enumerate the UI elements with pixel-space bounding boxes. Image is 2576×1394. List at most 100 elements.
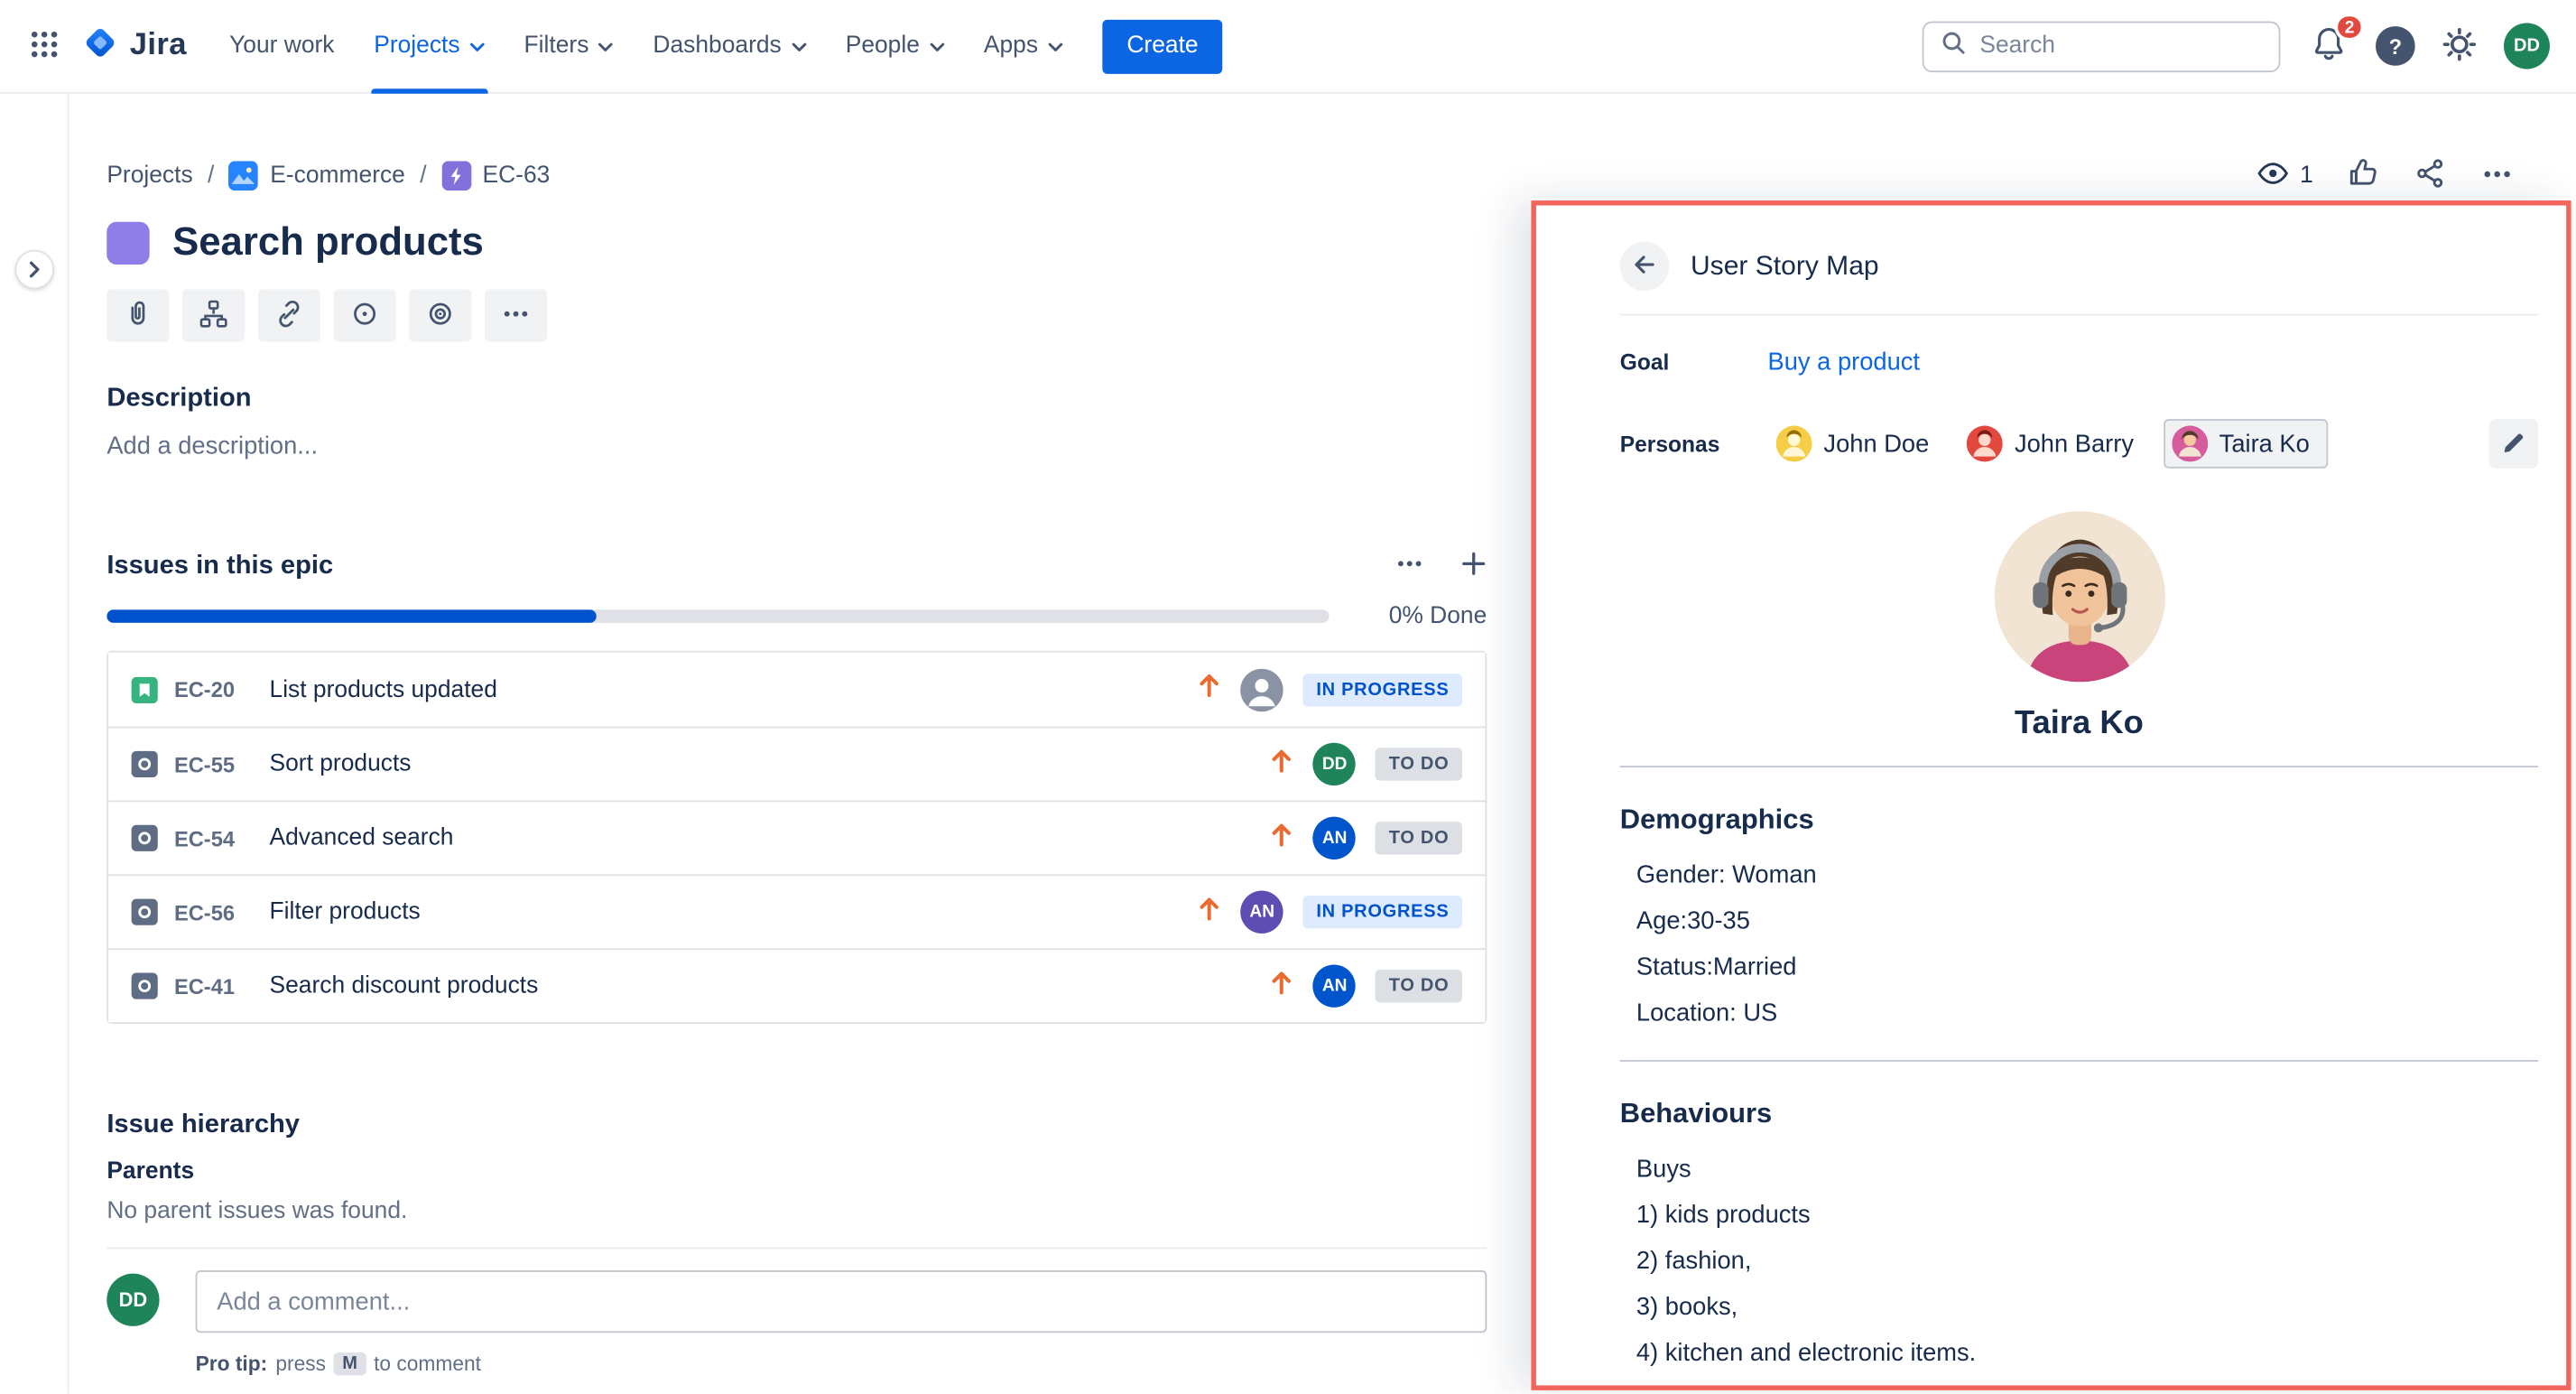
profile-button[interactable]: DD [2504,23,2550,69]
help-button[interactable]: ? [2376,26,2415,66]
more-horizontal-icon [501,298,531,332]
create-button[interactable]: Create [1102,19,1223,73]
breadcrumb: Projects / E-commerce / EC-63 [107,161,550,191]
issue-key[interactable]: EC-41 [174,973,253,998]
issue-row[interactable]: EC-41 Search discount products AN TO DO [108,948,1485,1022]
share-icon [2414,156,2448,196]
user-story-map-panel: User Story Map Goal Buy a product Person… [1531,200,2571,1390]
paperclip-icon [122,297,154,335]
status-badge[interactable]: TO DO [1376,822,1462,854]
edit-personas-button[interactable] [2489,419,2539,469]
status-badge[interactable]: IN PROGRESS [1303,673,1462,705]
jira-logo[interactable]: Jira [82,23,187,68]
assignee-avatar[interactable]: AN [1241,891,1283,934]
persona-chip-selected[interactable]: Taira Ko [2164,419,2328,469]
issue-summary[interactable]: Filter products [270,899,421,925]
demographics-lines: Gender: Woman Age:30-35 Status:Married L… [1620,853,2538,1037]
assignee-avatar[interactable] [1241,668,1283,711]
panel-header: User Story Map [1620,242,2538,316]
comment-protip: Pro tip: press M to comment [196,1352,1487,1375]
assignee-avatar[interactable]: AN [1313,817,1356,860]
nav-projects[interactable]: Projects [354,0,504,93]
description-placeholder[interactable]: Add a description... [107,432,1487,460]
issue-toolbar [107,289,1487,341]
breadcrumb-separator: / [420,163,426,189]
issue-row-meta: AN TO DO [1271,964,1462,1007]
epic-issues-heading: Issues in this epic [107,552,333,581]
persona-chip[interactable]: John Doe [1768,419,1938,469]
comment-section: DD Pro tip: press M to comment [107,1248,1487,1376]
issue-summary[interactable]: Sort products [270,751,412,777]
nav-apps-label: Apps [984,33,1038,59]
settings-button[interactable] [2442,25,2478,67]
back-button[interactable] [1620,242,1670,292]
app-switcher-button[interactable] [16,18,72,74]
like-button[interactable] [2346,156,2380,196]
nav-your-work[interactable]: Your work [209,0,354,93]
comment-input[interactable] [196,1270,1487,1333]
chevron-down-icon [930,33,944,59]
issue-key[interactable]: EC-54 [174,826,253,850]
breadcrumb-project-label: E-commerce [270,163,405,189]
issue-row-meta: IN PROGRESS [1198,668,1462,711]
share-button[interactable] [2414,156,2448,196]
notifications-button[interactable]: 2 [2307,24,2349,67]
priority-up-icon [1271,747,1293,781]
notification-badge: 2 [2335,14,2364,42]
issue-row[interactable]: EC-56 Filter products AN IN PROGRESS [108,874,1485,948]
issue-type-icon [132,899,158,925]
thumbs-up-icon [2346,156,2380,196]
issue-summary[interactable]: Search discount products [270,973,539,999]
status-badge[interactable]: IN PROGRESS [1303,896,1462,928]
expand-sidebar-button[interactable] [14,250,54,290]
epic-issues-more-button[interactable] [1395,549,1424,583]
scope-button[interactable] [334,289,396,341]
issue-row[interactable]: EC-54 Advanced search AN TO DO [108,800,1485,874]
persona-portrait [1994,511,2164,682]
persona-name: Taira Ko [2219,430,2310,458]
description-heading: Description [107,385,1487,414]
chevron-down-icon [598,33,613,59]
issue-row[interactable]: EC-20 List products updated IN PROGRESS [108,653,1485,727]
issue-key[interactable]: EC-55 [174,752,253,776]
persona-avatar [1967,425,2003,461]
goal-link[interactable]: Buy a product [1768,348,2539,376]
nav-people[interactable]: People [826,0,964,93]
link-issue-button[interactable] [258,289,320,341]
title-row: Search products [107,220,1487,266]
issue-key[interactable]: EC-56 [174,900,253,925]
status-badge[interactable]: TO DO [1376,748,1462,780]
grid-icon [28,27,60,65]
help-icon: ? [2376,26,2415,66]
nav-apps[interactable]: Apps [964,0,1082,93]
more-actions-button[interactable] [2481,157,2514,195]
scope-secondary-button[interactable] [409,289,471,341]
global-search[interactable] [1923,21,2281,71]
progress-bar [107,609,1329,623]
issue-summary[interactable]: List products updated [270,676,497,702]
persona-avatar [2172,425,2208,461]
add-child-issue-button[interactable] [182,289,245,341]
chevron-down-icon [792,33,806,59]
search-input[interactable] [1979,33,2262,59]
persona-chip[interactable]: John Barry [1959,419,2142,469]
nav-your-work-label: Your work [229,33,334,59]
watch-button[interactable]: 1 [2256,155,2313,197]
status-badge[interactable]: TO DO [1376,970,1462,1002]
assignee-avatar[interactable]: AN [1313,964,1356,1007]
attach-button[interactable] [107,289,169,341]
issue-summary[interactable]: Advanced search [270,825,454,851]
add-issue-button[interactable] [1460,551,1487,582]
toolbar-more-button[interactable] [485,289,547,341]
priority-up-icon [1271,969,1293,1003]
nav-dashboards[interactable]: Dashboards [634,0,826,93]
breadcrumb-issue[interactable]: EC-63 [441,161,550,191]
breadcrumb-project[interactable]: E-commerce [229,161,405,191]
assignee-avatar[interactable]: DD [1313,743,1356,785]
nav-filters[interactable]: Filters [505,0,634,93]
breadcrumb-projects[interactable]: Projects [107,163,192,189]
issue-key[interactable]: EC-20 [174,677,253,702]
issue-row[interactable]: EC-55 Sort products DD TO DO [108,727,1485,801]
jira-logo-text: Jira [130,28,187,64]
breadcrumb-separator: / [208,163,214,189]
